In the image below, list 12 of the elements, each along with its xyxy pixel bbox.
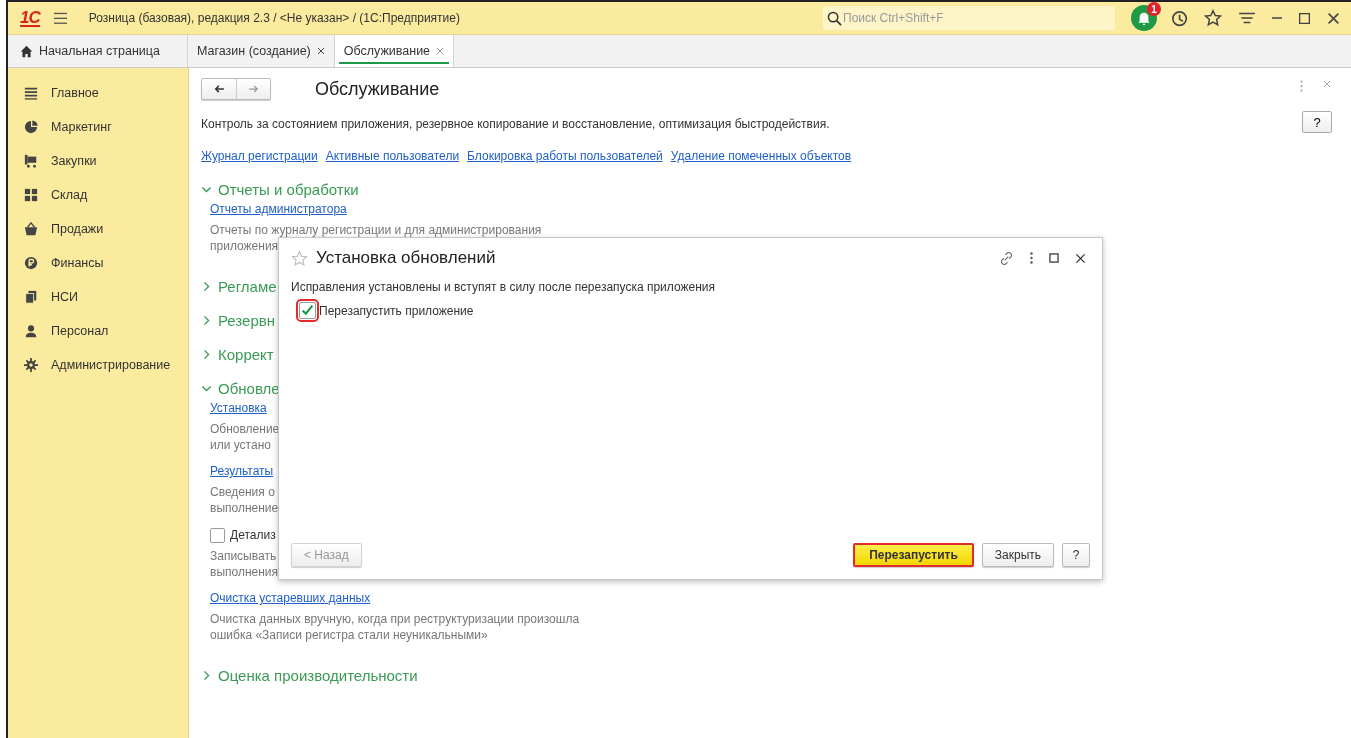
page-title: Обслуживание [315, 78, 440, 100]
notification-count: 1 [1147, 2, 1161, 16]
description-text: Очистка данных вручную, когда при реструктуризации произошла ошибка «Записи регистра стали неуникальными» [210, 611, 580, 643]
dialog-title: Установка обновлений [316, 248, 497, 268]
checkbox-label: Детализ [230, 527, 276, 543]
page-description: Контроль за состоянием приложения, резервное копирование и восстановление, оптимизация быстродействия. [201, 117, 831, 131]
dialog-message: Исправления установлены и вступят в силу после перезапуска приложения [291, 280, 717, 294]
checkbox-label: Перезапустить приложение [319, 303, 474, 318]
description-text: Обновление или устано [210, 421, 280, 453]
description-text: Сведения о выполнение [210, 484, 279, 516]
description-text: Записывать выполнения [210, 548, 279, 580]
window-title: Розница (базовая), редакция 2.3 / <Не указан> / (1С:Предприятие) [88, 11, 461, 25]
